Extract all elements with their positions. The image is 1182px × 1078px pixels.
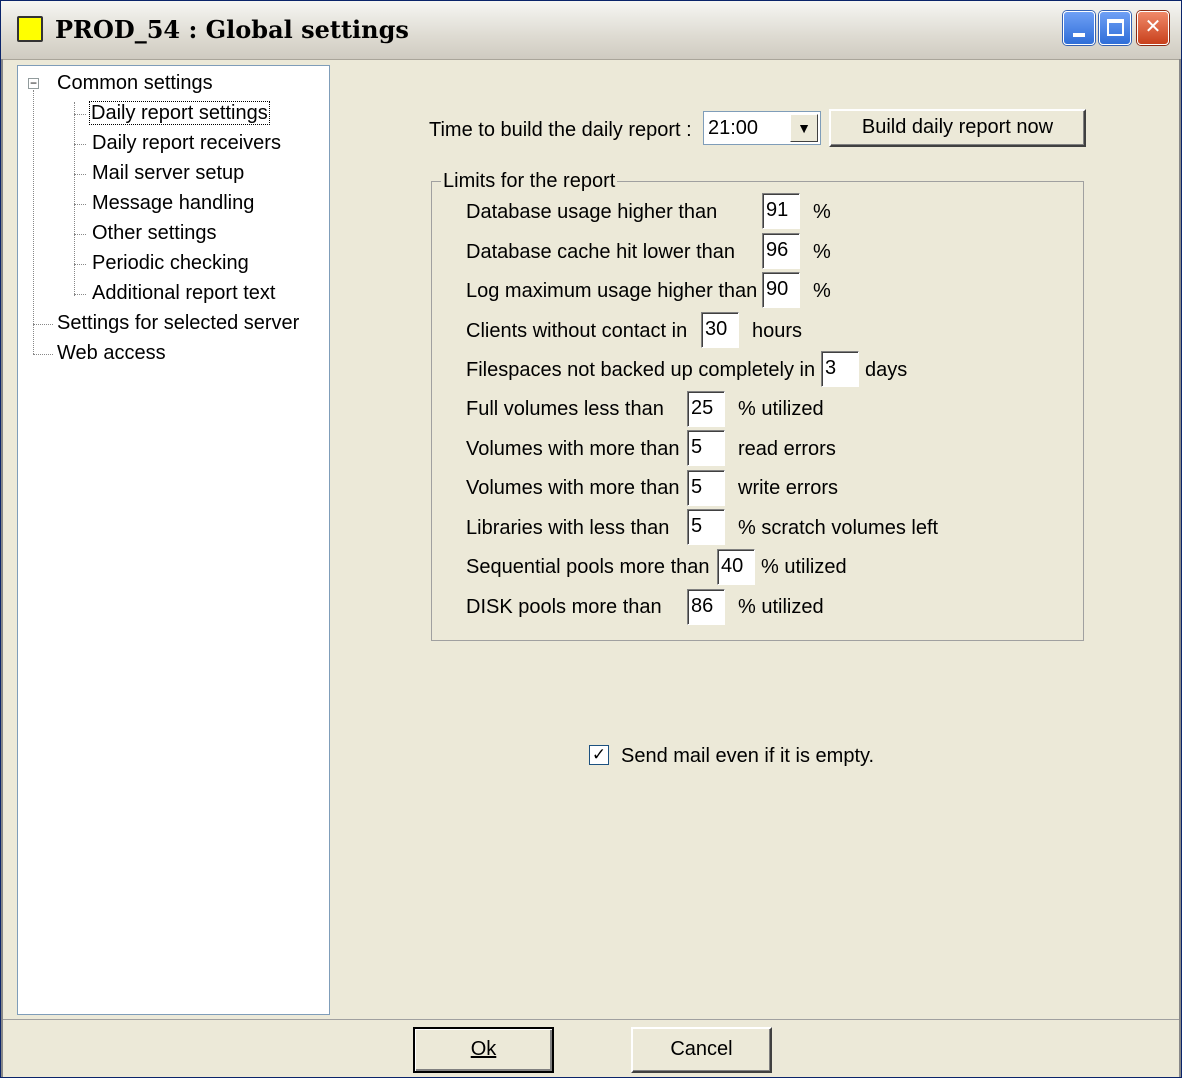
sequential-pools-input[interactable]: 40 <box>717 549 755 585</box>
tree-item-message-handling[interactable]: Message handling <box>90 190 256 216</box>
limit-label: DISK pools more than <box>466 596 662 618</box>
app-icon <box>17 16 43 42</box>
limit-unit: % utilized <box>761 556 847 578</box>
title-bar[interactable]: PROD_54 : Global settings ✕ <box>1 1 1181 60</box>
filespaces-days-input[interactable]: 3 <box>821 351 859 387</box>
tree-line <box>74 102 75 296</box>
close-icon: ✕ <box>1144 16 1162 38</box>
limit-label: Libraries with less than <box>466 517 670 539</box>
cancel-button[interactable]: Cancel <box>631 1027 772 1073</box>
limit-label: Full volumes less than <box>466 398 664 420</box>
limit-label: Database usage higher than <box>466 201 718 223</box>
send-empty-mail-label: Send mail even if it is empty. <box>621 745 875 767</box>
tree-item-mail-server-setup[interactable]: Mail server setup <box>90 160 246 186</box>
minimize-icon <box>1073 33 1085 37</box>
tree-line <box>74 204 86 205</box>
tree-line <box>33 324 53 325</box>
limit-label: Volumes with more than <box>466 438 680 460</box>
minimize-button[interactable] <box>1063 11 1095 45</box>
limit-unit: days <box>865 359 908 381</box>
report-time-select[interactable]: 21:00 ▼ <box>703 111 821 145</box>
report-time-label: Time to build the daily report : <box>429 119 692 141</box>
limit-unit: read errors <box>738 438 836 460</box>
limit-unit: % utilized <box>738 398 824 420</box>
tree-line <box>74 174 86 175</box>
limit-unit: hours <box>752 320 803 342</box>
footer-divider <box>1 1019 1181 1020</box>
window-left-edge <box>1 59 3 1077</box>
tree-item-additional-report-text[interactable]: Additional report text <box>90 280 277 306</box>
tree-line <box>74 294 86 295</box>
send-empty-mail-checkbox[interactable]: ✓ <box>589 745 609 765</box>
limit-label: Log maximum usage higher than <box>466 280 758 302</box>
maximize-button[interactable] <box>1099 11 1131 45</box>
tree-line <box>74 114 86 115</box>
db-cache-hit-input[interactable]: 96 <box>762 233 800 269</box>
tree-item-daily-report-receivers[interactable]: Daily report receivers <box>90 130 283 156</box>
settings-tree[interactable]: − Common settings Daily report settings … <box>17 65 330 1015</box>
limit-label: Sequential pools more than <box>466 556 710 578</box>
tree-item-settings-for-selected-server[interactable]: Settings for selected server <box>55 310 301 336</box>
tree-item-daily-report-settings[interactable]: Daily report settings <box>89 100 270 126</box>
full-volumes-input[interactable]: 25 <box>687 391 725 427</box>
limit-unit: % scratch volumes left <box>738 517 939 539</box>
global-settings-window: PROD_54 : Global settings ✕ − Common set… <box>0 0 1182 1078</box>
tree-line <box>33 354 53 355</box>
tree-line <box>74 264 86 265</box>
limit-label: Clients without contact in <box>466 320 688 342</box>
tree-line <box>33 90 34 354</box>
window-title: PROD_54 : Global settings <box>55 15 409 44</box>
collapse-icon[interactable]: − <box>28 77 39 89</box>
limits-group-title: Limits for the report <box>441 170 618 193</box>
log-usage-input[interactable]: 90 <box>762 272 800 308</box>
maximize-icon <box>1107 19 1124 36</box>
window-right-edge <box>1179 59 1181 1077</box>
write-errors-input[interactable]: 5 <box>687 470 725 506</box>
build-report-now-button[interactable]: Build daily report now <box>829 109 1086 147</box>
limit-unit: % utilized <box>738 596 824 618</box>
tree-line <box>74 234 86 235</box>
limit-unit: % <box>813 241 831 263</box>
read-errors-input[interactable]: 5 <box>687 430 725 466</box>
tree-item-web-access[interactable]: Web access <box>55 340 168 366</box>
close-button[interactable]: ✕ <box>1137 11 1169 45</box>
report-time-value: 21:00 <box>708 117 759 139</box>
clients-contact-input[interactable]: 30 <box>701 312 739 348</box>
tree-item-other-settings[interactable]: Other settings <box>90 220 219 246</box>
tree-line <box>74 144 86 145</box>
limit-label: Filespaces not backed up completely in <box>466 359 816 381</box>
tree-item-periodic-checking[interactable]: Periodic checking <box>90 250 251 276</box>
db-usage-input[interactable]: 91 <box>762 193 800 229</box>
checkmark-icon: ✓ <box>591 745 607 764</box>
limit-label: Volumes with more than <box>466 477 680 499</box>
disk-pools-input[interactable]: 86 <box>687 589 725 625</box>
ok-button[interactable]: Ok <box>413 1027 554 1073</box>
scratch-volumes-input[interactable]: 5 <box>687 509 725 545</box>
dropdown-arrow-icon[interactable]: ▼ <box>790 114 818 142</box>
limit-unit: % <box>813 280 831 302</box>
limit-unit: write errors <box>738 477 839 499</box>
limit-label: Database cache hit lower than <box>466 241 736 263</box>
limit-unit: % <box>813 201 831 223</box>
tree-item-common-settings[interactable]: Common settings <box>55 70 215 96</box>
